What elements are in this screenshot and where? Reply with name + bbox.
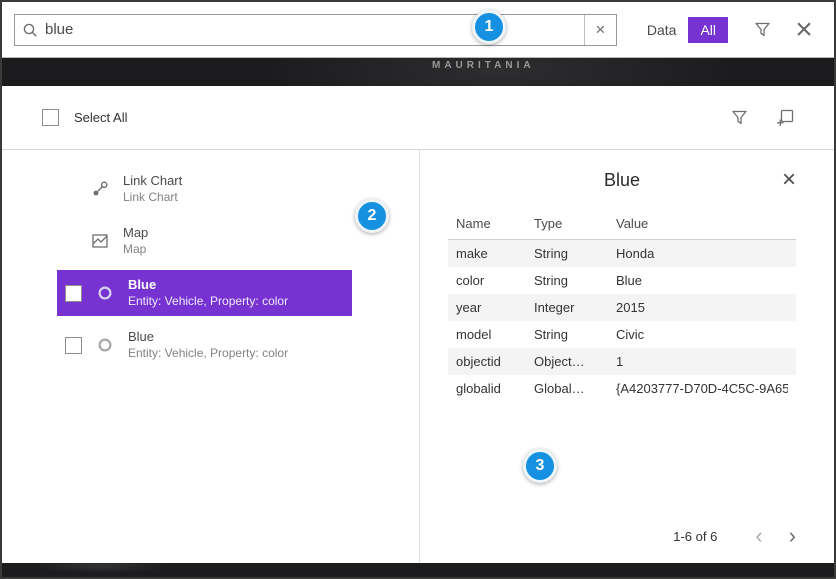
- filter-icon: [731, 109, 748, 126]
- table-row: year Integer 2015: [448, 294, 796, 321]
- table-row: color String Blue: [448, 267, 796, 294]
- annotation-badge-3: 3: [523, 449, 557, 483]
- page-range-label: 1-6 of 6: [673, 529, 717, 544]
- prev-page-button[interactable]: ‹: [755, 525, 762, 547]
- clear-search-button[interactable]: ×: [584, 15, 616, 45]
- detail-header: Blue ×: [448, 166, 796, 194]
- map-icon: [89, 232, 111, 250]
- result-text: Map Map: [123, 225, 148, 257]
- attribute-table: Name Type Value make String Honda color …: [448, 210, 796, 402]
- link-chart-icon: [89, 180, 111, 198]
- filter-button[interactable]: [744, 12, 780, 48]
- result-title: Link Chart: [123, 173, 182, 190]
- filter-icon: [754, 21, 771, 38]
- table-row: globalid Global… {A4203777-D70D-4C5C-9A6…: [448, 375, 796, 402]
- results-filter-button[interactable]: [731, 109, 748, 126]
- add-to-selection-icon: [776, 109, 794, 127]
- column-header: Value: [616, 216, 788, 231]
- pagination: 1-6 of 6 ‹ ›: [673, 525, 796, 547]
- results-panel-header: Select All: [2, 86, 834, 150]
- attr-type: String: [534, 327, 616, 342]
- search-scope-segments: Data All: [635, 17, 728, 43]
- attr-name: make: [456, 246, 534, 261]
- result-subtitle: Entity: Vehicle, Property: color: [128, 346, 288, 362]
- entity-icon: [94, 285, 116, 301]
- annotation-badge-1: 1: [472, 10, 506, 44]
- result-text: Link Chart Link Chart: [123, 173, 182, 205]
- attr-value: {A4203777-D70D-4C5C-9A65-C…: [616, 381, 788, 396]
- attr-name: globalid: [456, 381, 534, 396]
- attr-type: Object…: [534, 354, 616, 369]
- result-subtitle: Entity: Vehicle, Property: color: [128, 294, 288, 310]
- attr-type: Integer: [534, 300, 616, 315]
- result-subtitle: Link Chart: [123, 190, 182, 206]
- select-all-checkbox[interactable]: [42, 109, 59, 126]
- close-detail-button[interactable]: ×: [782, 166, 796, 194]
- results-panel: Select All: [2, 86, 834, 563]
- search-bar: blue × Data All ×: [2, 2, 834, 58]
- result-subtitle: Map: [123, 242, 148, 258]
- attr-value: Honda: [616, 246, 788, 261]
- attr-value: Blue: [616, 273, 788, 288]
- result-text: Blue Entity: Vehicle, Property: color: [128, 277, 288, 309]
- attr-type: Global…: [534, 381, 616, 396]
- panel-header-icons: [731, 109, 794, 127]
- attr-type: String: [534, 273, 616, 288]
- list-item-blue-selected[interactable]: Blue Entity: Vehicle, Property: color: [57, 270, 352, 316]
- result-checkbox[interactable]: [65, 285, 82, 302]
- search-input-box[interactable]: blue ×: [14, 14, 617, 46]
- annotation-badge-2: 2: [355, 199, 389, 233]
- search-icon: [15, 22, 45, 38]
- list-item-link-chart[interactable]: Link Chart Link Chart: [57, 166, 352, 212]
- attr-name: model: [456, 327, 534, 342]
- scope-all-segment[interactable]: All: [688, 17, 728, 43]
- result-title: Map: [123, 225, 148, 242]
- next-page-button[interactable]: ›: [789, 525, 796, 547]
- select-all-control[interactable]: Select All: [42, 109, 127, 126]
- attr-type: String: [534, 246, 616, 261]
- panel-content: Link Chart Link Chart Map Map: [2, 150, 834, 563]
- result-title: Blue: [128, 329, 288, 346]
- result-checkbox[interactable]: [65, 337, 82, 354]
- attr-value: Civic: [616, 327, 788, 342]
- attr-value: 2015: [616, 300, 788, 315]
- attr-value: 1: [616, 354, 788, 369]
- attr-name: year: [456, 300, 534, 315]
- entity-icon: [94, 337, 116, 353]
- list-item-blue[interactable]: Blue Entity: Vehicle, Property: color: [57, 322, 352, 368]
- detail-panel: Blue × Name Type Value make String Honda: [419, 150, 834, 563]
- result-title: Blue: [128, 277, 288, 294]
- results-list: Link Chart Link Chart Map Map: [57, 166, 352, 368]
- select-all-label: Select All: [74, 110, 127, 125]
- attr-name: color: [456, 273, 534, 288]
- table-row: make String Honda: [448, 240, 796, 267]
- detail-title: Blue: [604, 170, 640, 191]
- column-header: Type: [534, 216, 616, 231]
- app-window: MAURITANIA blue × Data All × Select All: [0, 0, 836, 579]
- table-row: objectid Object… 1: [448, 348, 796, 375]
- list-item-map[interactable]: Map Map: [57, 218, 352, 264]
- map-country-label: MAURITANIA: [432, 60, 535, 71]
- attribute-table-header: Name Type Value: [448, 210, 796, 240]
- column-header: Name: [456, 216, 534, 231]
- table-row: model String Civic: [448, 321, 796, 348]
- attr-name: objectid: [456, 354, 534, 369]
- close-search-button[interactable]: ×: [786, 12, 822, 48]
- add-to-selection-button[interactable]: [776, 109, 794, 127]
- result-text: Blue Entity: Vehicle, Property: color: [128, 329, 288, 361]
- scope-data-segment[interactable]: Data: [635, 17, 689, 43]
- attribute-table-body: make String Honda color String Blue year…: [448, 240, 796, 402]
